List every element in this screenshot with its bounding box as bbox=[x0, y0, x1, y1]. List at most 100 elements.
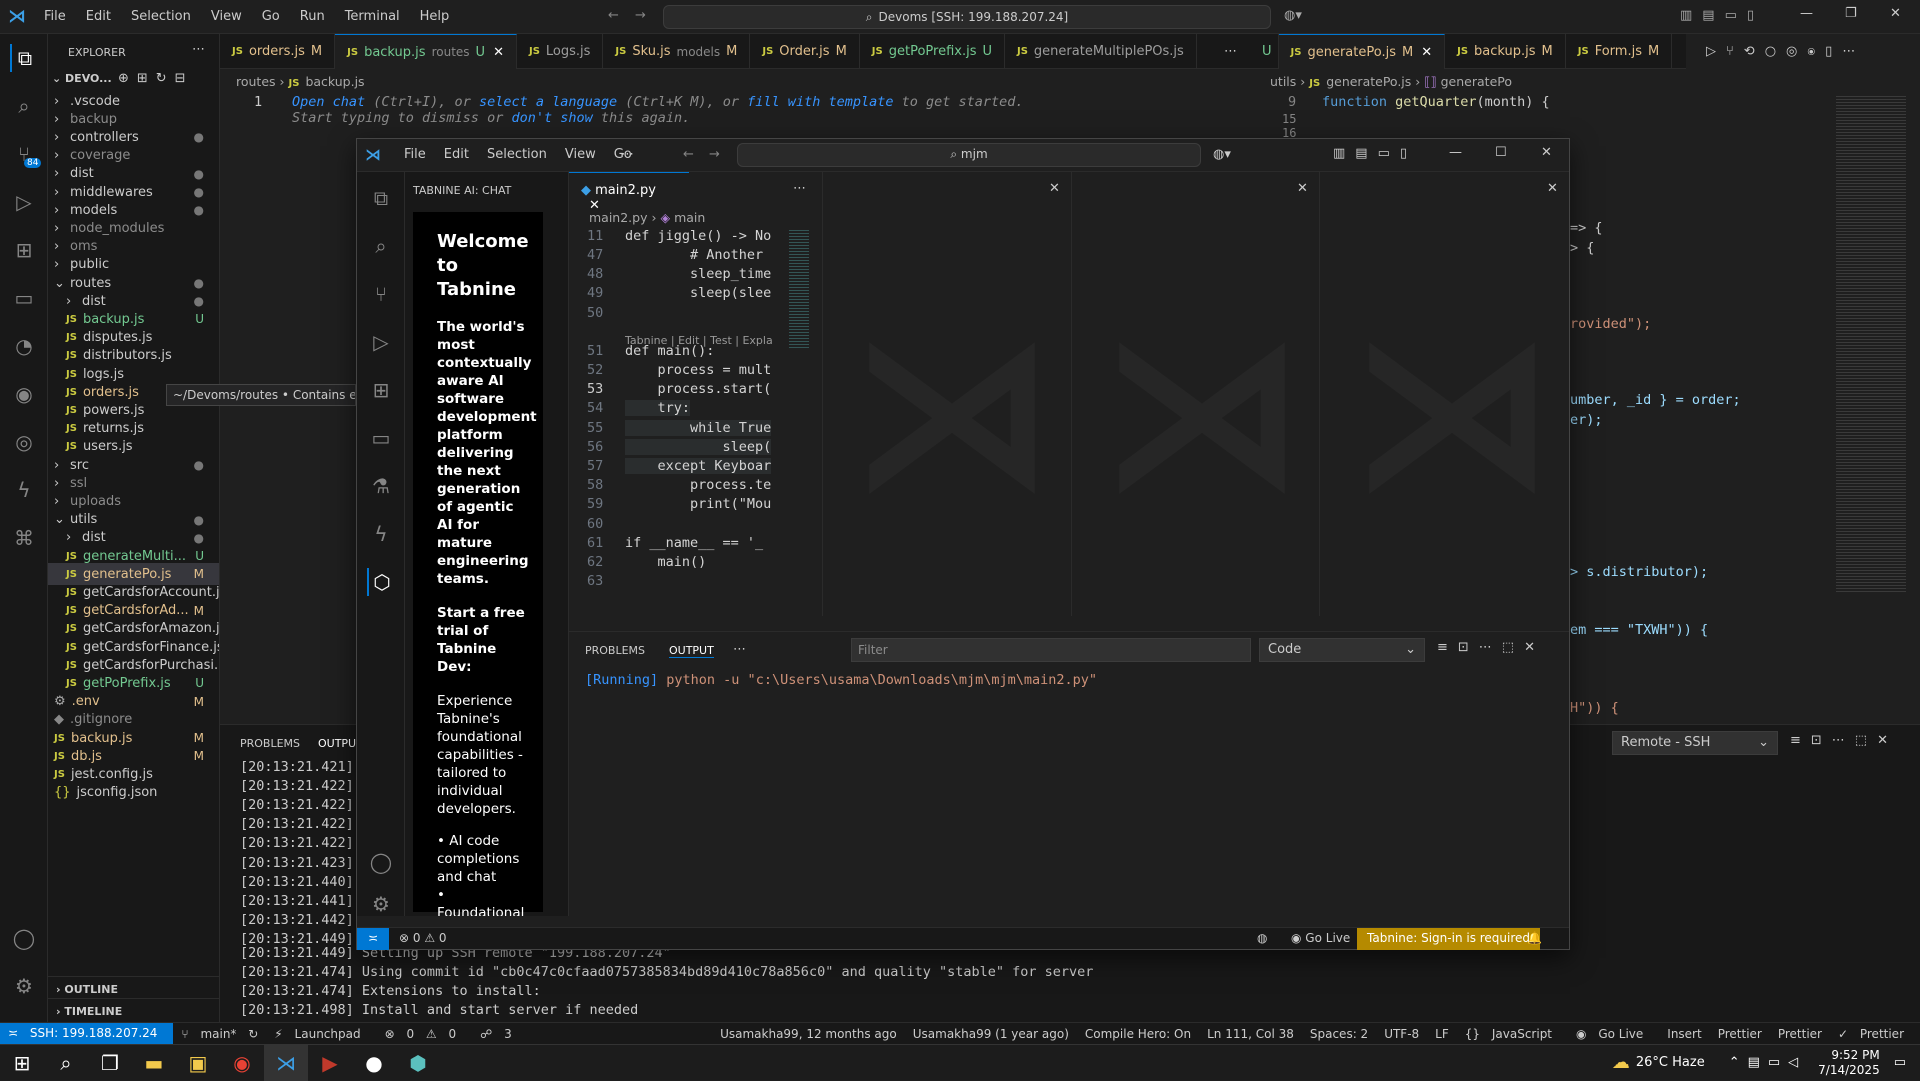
settings-gear-icon[interactable]: ⚙ bbox=[367, 890, 395, 918]
panel-actions-icons[interactable]: ≡⊡⋯⬚✕ bbox=[1790, 733, 1898, 748]
editor-tab[interactable]: JS getPoPrefix.js U bbox=[860, 34, 1005, 69]
menu-selection[interactable]: Selection bbox=[121, 9, 201, 24]
python-icon[interactable]: ⌘ bbox=[10, 524, 38, 552]
go-live-status[interactable]: ◉ Go Live bbox=[1568, 1027, 1659, 1041]
git-graph-icon[interactable]: ◔ bbox=[10, 332, 38, 360]
insert-mode[interactable]: Insert bbox=[1659, 1027, 1709, 1041]
language-mode[interactable]: {} JavaScript bbox=[1457, 1027, 1568, 1041]
tray-icons[interactable]: ⌃▤▭◁ bbox=[1729, 1055, 1806, 1070]
editor-tab[interactable]: JS generatePo.js M ✕ bbox=[1278, 34, 1446, 69]
weather-icon[interactable]: ☁ bbox=[1612, 1052, 1630, 1073]
tabnine-icon[interactable]: ⬡ bbox=[367, 568, 395, 596]
thunder-icon[interactable]: ϟ bbox=[10, 476, 38, 504]
notification-center-icon[interactable]: ▭ bbox=[1894, 1055, 1906, 1070]
extensions-icon[interactable]: ⊞ bbox=[367, 376, 395, 404]
minimize-icon[interactable]: — bbox=[1800, 6, 1813, 21]
menu-view[interactable]: View bbox=[201, 9, 252, 24]
problems-status[interactable]: ⊗ 0 ⚠ 0 bbox=[399, 931, 447, 945]
forward-icon[interactable]: → bbox=[635, 8, 646, 23]
menu-selection[interactable]: Selection bbox=[478, 147, 556, 162]
zoom-icon[interactable]: ▶ bbox=[308, 1045, 352, 1081]
search-icon[interactable]: ⌕ bbox=[10, 92, 38, 120]
restore-icon[interactable]: ❐ bbox=[1845, 6, 1857, 21]
explorer-icon[interactable]: ⧉ bbox=[367, 184, 395, 212]
menu-view[interactable]: View bbox=[556, 147, 605, 162]
forward-icon[interactable]: → bbox=[709, 147, 720, 162]
code-editor[interactable]: 11 def jiggle() -> No 47 # Another 48 sleep… bbox=[569, 228, 777, 618]
eol[interactable]: LF bbox=[1427, 1027, 1457, 1041]
chrome-icon[interactable]: ◉ bbox=[220, 1045, 264, 1081]
maximize-icon[interactable]: ☐ bbox=[1495, 145, 1507, 160]
indentation[interactable]: Spaces: 2 bbox=[1302, 1027, 1376, 1041]
problems-tab[interactable]: PROBLEMS bbox=[240, 737, 300, 750]
copilot-icon[interactable]: ◍▾ bbox=[1284, 8, 1302, 23]
close-icon[interactable]: ✕ bbox=[1890, 6, 1901, 21]
menu-run[interactable]: Run bbox=[290, 9, 335, 24]
editor-tab[interactable]: JS Order.js M bbox=[750, 34, 860, 69]
output-filter-input[interactable]: Filter bbox=[851, 638, 1251, 662]
more-tabs-icon[interactable]: ⋯ bbox=[1224, 44, 1237, 59]
app-icon[interactable]: ● bbox=[352, 1045, 396, 1081]
go-live-status[interactable]: ◉ Go Live bbox=[1291, 931, 1350, 945]
remote-explorer-icon[interactable]: ▭ bbox=[10, 284, 38, 312]
close-icon[interactable]: ✕ bbox=[1297, 181, 1308, 196]
prettier-status-1[interactable]: Prettier bbox=[1710, 1027, 1770, 1041]
editor-tab[interactable]: JS backup.js routes U ✕ bbox=[335, 34, 517, 69]
command-center[interactable]: ⌕ Devoms [SSH: 199.188.207.24] bbox=[663, 5, 1271, 29]
remote-icon[interactable]: ≍ bbox=[357, 928, 389, 950]
open-chat-link[interactable]: Open chat bbox=[292, 94, 365, 110]
back-icon[interactable]: ← bbox=[683, 147, 694, 162]
menu-help[interactable]: Help bbox=[410, 9, 460, 24]
weather[interactable]: 26°C Haze bbox=[1636, 1055, 1705, 1070]
editor-actions-icons[interactable]: ▷⑂⟲○◎⦿▯⋯ bbox=[1706, 44, 1865, 59]
extensions-icon[interactable]: ⊞ bbox=[10, 236, 38, 264]
account-icon[interactable]: ◯ bbox=[10, 924, 38, 952]
editor-tab[interactable]: JS Logs.js bbox=[517, 34, 604, 69]
menu-file[interactable]: File bbox=[34, 9, 76, 24]
testing-icon[interactable]: ⚗ bbox=[367, 472, 395, 500]
copilot-status-icon[interactable]: ◍ bbox=[1257, 931, 1267, 945]
close-icon[interactable]: ✕ bbox=[1541, 145, 1552, 160]
editor-tab[interactable]: JS generateMultiplePOs.js bbox=[1005, 34, 1197, 69]
settings-gear-icon[interactable]: ⚙ bbox=[10, 972, 38, 1000]
explorer-icon[interactable]: ⧉ bbox=[10, 44, 38, 72]
windows-start-icon[interactable]: ⊞ bbox=[0, 1045, 44, 1081]
blame-status[interactable]: Usamakha99, 12 months ago bbox=[712, 1027, 905, 1041]
menu-edit[interactable]: Edit bbox=[435, 147, 478, 162]
docker-icon[interactable]: ◉ bbox=[10, 380, 38, 408]
more-icon[interactable]: ⋯ bbox=[733, 642, 746, 657]
branch-status[interactable]: ⑂ main* ↻ bbox=[173, 1027, 266, 1041]
tabnine-codelens[interactable]: Tabnine | Edit | Test | Expla bbox=[625, 334, 773, 347]
timeline-section[interactable]: › TIMELINE bbox=[48, 998, 219, 1022]
task-view-icon[interactable]: ❐ bbox=[88, 1045, 132, 1081]
layout-icons[interactable]: ▥▤▭▯ bbox=[1333, 146, 1417, 161]
back-icon[interactable]: ← bbox=[608, 8, 619, 23]
remote-explorer-icon[interactable]: ▭ bbox=[367, 424, 395, 452]
copilot-icon[interactable]: ◍▾ bbox=[1213, 147, 1231, 162]
editor-tab[interactable]: JS Form.js M bbox=[1566, 34, 1673, 69]
close-icon[interactable]: ✕ bbox=[1421, 45, 1432, 60]
search-icon[interactable]: ⌕ bbox=[44, 1045, 88, 1081]
editor-tab[interactable]: JS backup.js M bbox=[1445, 34, 1566, 69]
close-icon[interactable]: ✕ bbox=[1547, 181, 1558, 196]
menu-edit[interactable]: Edit bbox=[76, 9, 121, 24]
vscode-taskbar-icon[interactable]: ⋊ bbox=[264, 1044, 308, 1081]
source-control-icon[interactable]: ⑂ bbox=[367, 280, 395, 308]
problems-status[interactable]: ⊗ 0 ⚠ 0 bbox=[377, 1027, 473, 1041]
tree-item[interactable]: {} jsconfig.json bbox=[48, 782, 219, 804]
menu-terminal[interactable]: Terminal bbox=[335, 9, 410, 24]
command-center[interactable]: ⌕ mjm bbox=[737, 143, 1201, 167]
editor-tab[interactable]: JS Sku.js models M bbox=[603, 34, 751, 69]
more-icon[interactable]: ⋯ bbox=[192, 42, 205, 57]
dont-show-link[interactable]: don't show bbox=[511, 110, 592, 126]
tab-overflow[interactable]: U bbox=[1256, 34, 1279, 69]
editor-tab-main2[interactable]: ◆ main2.py ✕ bbox=[569, 172, 689, 213]
panel-actions-icons[interactable]: ≡⊡⋯⬚✕ bbox=[1437, 640, 1545, 655]
output-tab[interactable]: OUTPU bbox=[318, 737, 356, 750]
fill-template-link[interactable]: fill with template bbox=[747, 94, 893, 110]
output-channel-select[interactable]: Code ⌄ bbox=[1259, 638, 1425, 662]
search-icon[interactable]: ⌕ bbox=[367, 232, 395, 260]
launchpad-status[interactable]: ⚡ Launchpad bbox=[266, 1027, 376, 1041]
file-explorer-icon[interactable]: ▬ bbox=[132, 1045, 176, 1081]
run-debug-icon[interactable]: ▷ bbox=[367, 328, 395, 356]
